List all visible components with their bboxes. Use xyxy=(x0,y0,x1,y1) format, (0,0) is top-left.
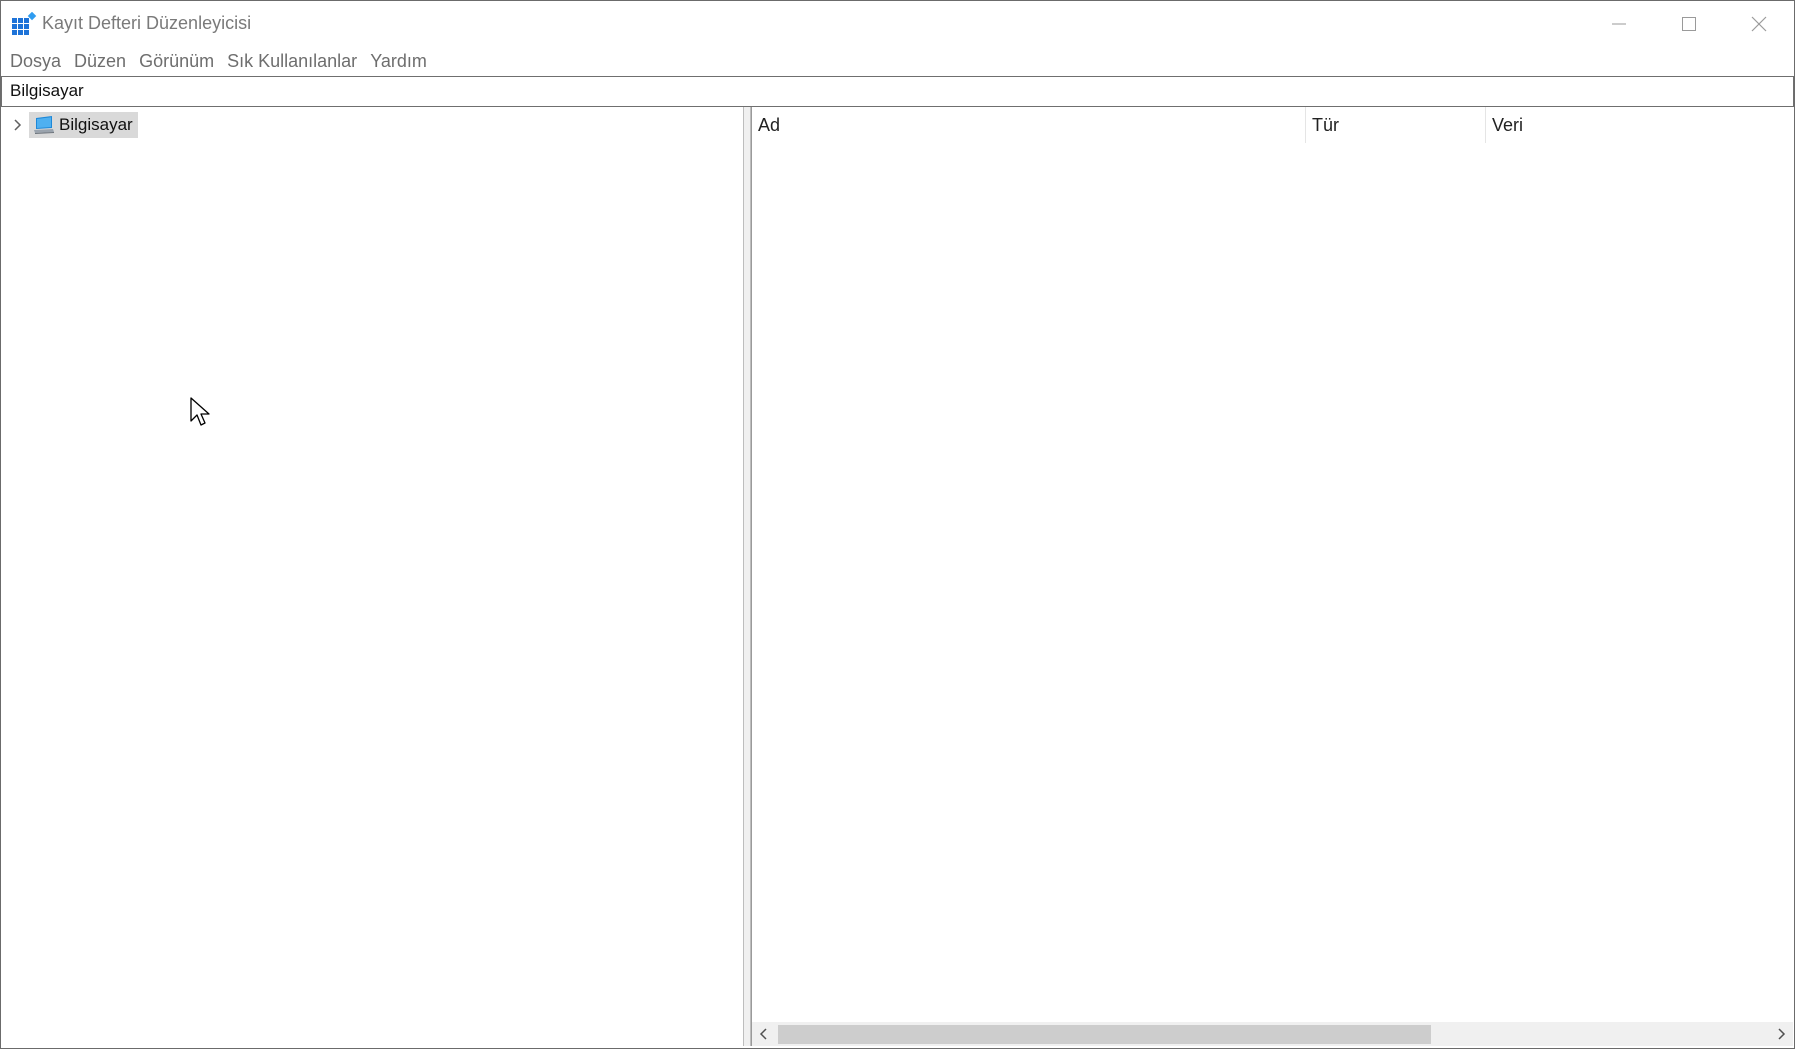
address-input[interactable] xyxy=(2,77,1780,104)
tree-node-selected[interactable]: Bilgisayar xyxy=(29,112,138,138)
registry-editor-window: Kayıt Defteri Düzenleyicisi Dosya Düzen … xyxy=(0,0,1795,1049)
close-button[interactable] xyxy=(1724,1,1794,46)
column-header-name[interactable]: Ad xyxy=(752,107,1305,143)
menu-help[interactable]: Yardım xyxy=(364,49,433,74)
scroll-thumb[interactable] xyxy=(778,1025,1431,1044)
menu-bar: Dosya Düzen Görünüm Sık Kullanılanlar Ya… xyxy=(1,47,1794,75)
column-header-data[interactable]: Veri xyxy=(1485,107,1793,143)
computer-icon xyxy=(34,116,54,134)
pane-splitter[interactable] xyxy=(744,107,751,1046)
list-header: Ad Tür Veri xyxy=(752,107,1793,143)
maximize-icon xyxy=(1682,16,1696,31)
values-list-pane[interactable]: Ad Tür Veri xyxy=(751,107,1793,1046)
menu-favorites[interactable]: Sık Kullanılanlar xyxy=(221,49,363,74)
minimize-button[interactable] xyxy=(1584,1,1654,46)
minimize-icon xyxy=(1612,23,1626,24)
registry-icon xyxy=(12,12,37,35)
menu-edit[interactable]: Düzen xyxy=(68,49,132,74)
tree-item-label: Bilgisayar xyxy=(59,115,133,134)
chevron-right-icon xyxy=(14,119,22,131)
column-header-type[interactable]: Tür xyxy=(1305,107,1485,143)
scroll-left-button[interactable] xyxy=(752,1022,776,1046)
close-icon xyxy=(1751,16,1767,31)
address-bar xyxy=(1,76,1794,107)
scroll-right-button[interactable] xyxy=(1769,1022,1793,1046)
tree-pane[interactable]: Bilgisayar xyxy=(1,107,744,1046)
tree-item-computer[interactable]: Bilgisayar xyxy=(9,112,138,138)
chevron-right-icon xyxy=(1778,1028,1786,1040)
tree-expander[interactable] xyxy=(9,114,27,136)
maximize-button[interactable] xyxy=(1654,1,1724,46)
chevron-left-icon xyxy=(759,1028,767,1040)
horizontal-scrollbar[interactable] xyxy=(752,1022,1793,1046)
menu-view[interactable]: Görünüm xyxy=(133,49,220,74)
title-bar[interactable]: Kayıt Defteri Düzenleyicisi xyxy=(1,1,1794,46)
menu-file[interactable]: Dosya xyxy=(4,49,67,74)
window-title: Kayıt Defteri Düzenleyicisi xyxy=(42,13,252,33)
